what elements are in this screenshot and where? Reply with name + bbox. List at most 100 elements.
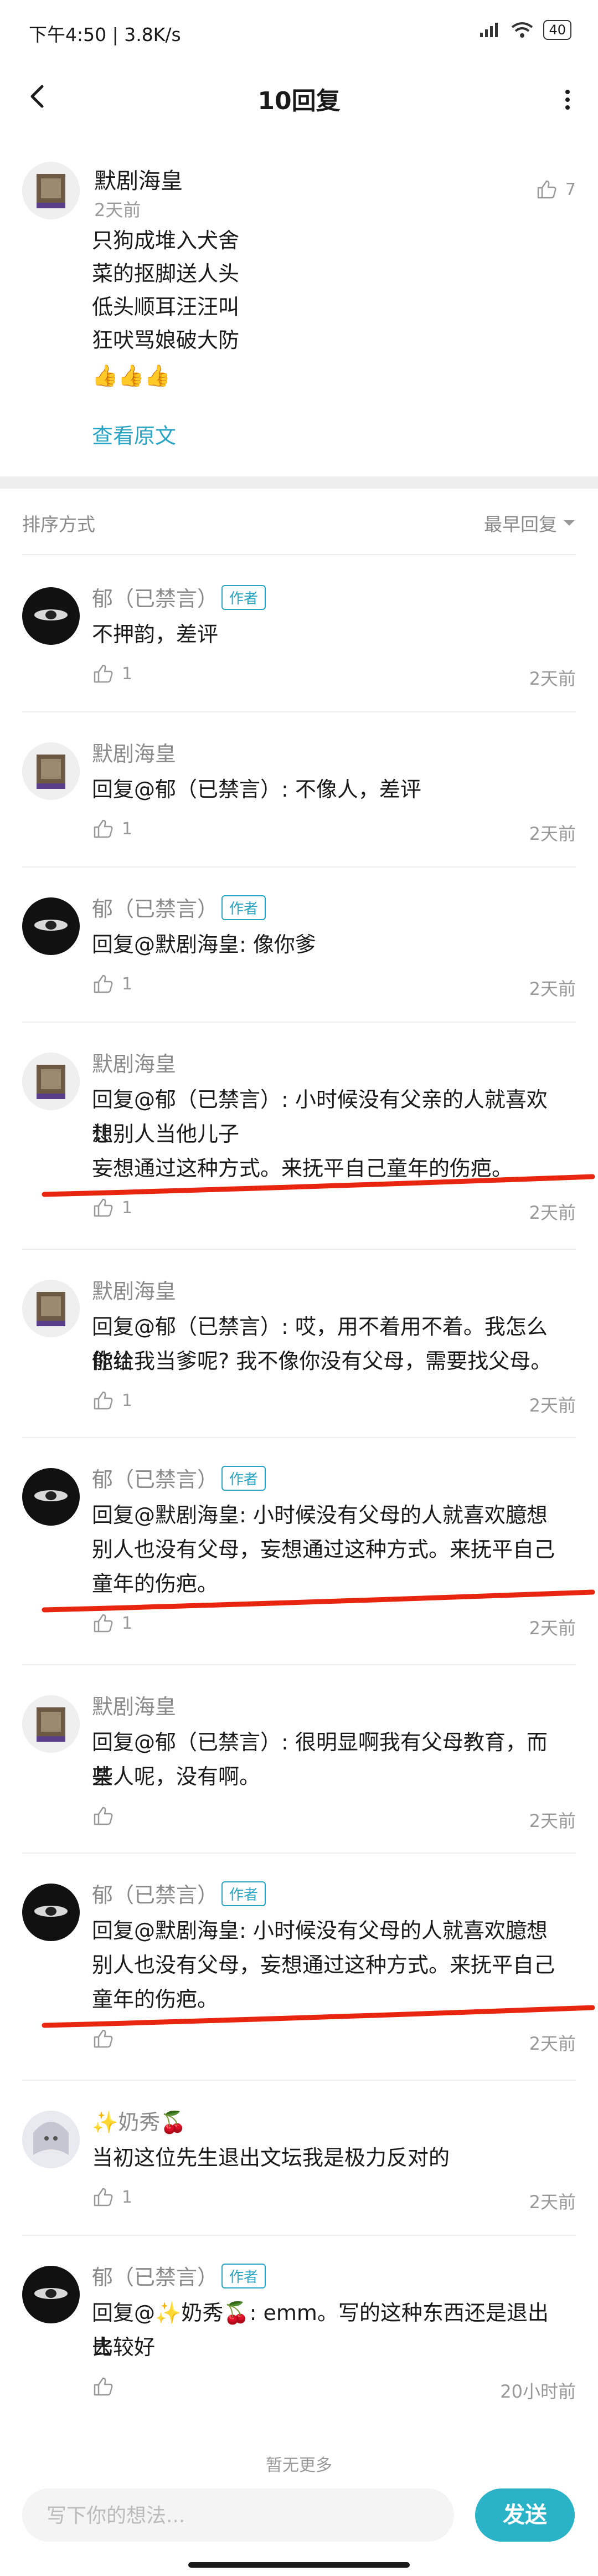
thumbs-up-icon <box>537 180 556 199</box>
thumbs-up-icon <box>94 664 113 683</box>
avatar-image <box>22 1884 80 1941</box>
avatar[interactable] <box>22 897 80 955</box>
more-options-icon[interactable] <box>559 83 576 116</box>
comment-like-count: 1 <box>122 974 133 994</box>
post-line-4: 狂吠骂娘破大防 <box>92 328 240 352</box>
comment-author-name[interactable]: 郁（已禁言） <box>92 892 218 922</box>
post-author-name[interactable]: 默剧海皇 <box>94 163 183 195</box>
avatar[interactable] <box>22 587 80 645</box>
signal-icon <box>480 23 498 37</box>
divider <box>22 1022 576 1023</box>
home-indicator <box>188 2562 410 2568</box>
author-badge: 作者 <box>221 2264 266 2288</box>
comment-like-button[interactable]: 1 <box>92 973 132 995</box>
comment-author-name[interactable]: 郁（已禁言） <box>92 1463 218 1493</box>
divider <box>22 1664 576 1665</box>
comment-author-name[interactable]: 郁（已禁言） <box>92 2260 218 2291</box>
comment-author-name[interactable]: ✨奶秀🍒 <box>92 2105 187 2136</box>
post-line-2: 菜的抠脚送人头 <box>92 261 240 286</box>
comment-like-count: 1 <box>122 664 133 684</box>
post-like-button[interactable]: 7 <box>535 178 576 201</box>
avatar[interactable] <box>22 1884 80 1941</box>
comment-text-line: 回复@默剧海皇: 小时候没有父母的人就喜欢臆想 <box>92 1918 548 1943</box>
avatar-image <box>22 1280 80 1337</box>
comment-like-count: 1 <box>122 819 133 839</box>
red-underline-annotation <box>42 1174 595 1197</box>
author-badge: 作者 <box>221 585 266 610</box>
divider <box>22 2235 576 2236</box>
avatar-image <box>22 162 80 219</box>
comment-time: 2天前 <box>529 978 576 999</box>
comment-like-button[interactable] <box>92 1805 122 1827</box>
red-underline-annotation <box>42 1589 595 1613</box>
comment-text-line: 回复@默剧海皇: 小时候没有父母的人就喜欢臆想 <box>92 1503 548 1527</box>
comment-time: 2天前 <box>529 1395 576 1416</box>
thumbs-up-icon <box>94 1807 113 1825</box>
sort-dropdown[interactable]: 最早回复 <box>484 510 576 536</box>
avatar[interactable] <box>22 1468 80 1526</box>
avatar-image <box>22 2266 80 2323</box>
avatar-image <box>22 897 80 955</box>
avatar[interactable] <box>22 1053 80 1110</box>
divider <box>22 711 576 712</box>
avatar-image <box>22 1468 80 1526</box>
comment-text-line: 比较好 <box>92 2335 156 2359</box>
comment-author-name[interactable]: 默剧海皇 <box>92 1690 176 1720</box>
nav-bar: 10回复 <box>0 66 598 127</box>
post-line-1: 只狗成堆入犬舍 <box>92 228 240 253</box>
avatar[interactable] <box>22 1695 80 1753</box>
send-button[interactable]: 发送 <box>475 2488 575 2542</box>
wifi-icon <box>512 22 533 38</box>
comment-author-name[interactable]: 郁（已禁言） <box>92 582 218 612</box>
avatar[interactable] <box>22 2266 80 2323</box>
avatar[interactable] <box>22 1280 80 1337</box>
view-original-link[interactable]: 查看原文 <box>92 419 176 449</box>
comment-like-button[interactable]: 1 <box>92 2186 132 2208</box>
avatar-image <box>22 2111 80 2168</box>
comment-input[interactable] <box>45 2488 435 2543</box>
avatar-image <box>22 587 80 645</box>
comment-time: 2天前 <box>529 823 576 844</box>
comment-text-line: 别人也没有父母，妄想通过这种方式。来抚平自己 <box>92 1537 555 1562</box>
thumbs-up-icon <box>94 1391 113 1410</box>
status-bar: 下午4:50 | 3.8K/s 40 <box>0 0 598 66</box>
comment-like-button[interactable]: 1 <box>92 818 132 840</box>
thumbs-up-icon <box>94 2377 113 2396</box>
dropdown-triangle-icon <box>564 520 575 526</box>
comment-author-name[interactable]: 默剧海皇 <box>92 1047 176 1077</box>
red-underline-annotation <box>42 2005 595 2028</box>
page-title: 10回复 <box>257 87 341 115</box>
thumbs-up-icon <box>94 819 113 838</box>
comment-like-button[interactable]: 1 <box>92 1389 132 1412</box>
comment-author-name[interactable]: 默剧海皇 <box>92 1274 176 1305</box>
thumbs-up-icon <box>94 2188 113 2206</box>
divider <box>22 1853 576 1854</box>
comment-like-count: 1 <box>122 1390 133 1410</box>
comment-like-button[interactable] <box>92 2375 122 2398</box>
divider <box>22 1437 576 1438</box>
post-time: 2天前 <box>94 199 141 220</box>
comment-input-wrapper <box>22 2488 454 2543</box>
post-emoji: 👍👍👍 <box>92 363 171 388</box>
author-badge: 作者 <box>221 1881 266 1906</box>
comment-text-line: 当初这位先生退出文坛我是极力反对的 <box>92 2146 450 2170</box>
comment-like-button[interactable]: 1 <box>92 663 132 685</box>
comment-author-name[interactable]: 默剧海皇 <box>92 737 176 767</box>
avatar[interactable] <box>22 2111 80 2168</box>
comment-time: 20小时前 <box>500 2381 576 2402</box>
comment-like-count: 1 <box>122 2187 133 2207</box>
post-like-count: 7 <box>565 179 576 199</box>
avatar[interactable] <box>22 742 80 800</box>
status-icons: 40 <box>479 20 571 40</box>
sort-label: 排序方式 <box>22 514 95 535</box>
author-badge: 作者 <box>221 895 266 920</box>
comment-text-line: 回复@郁（已禁言）: 不像人，差评 <box>92 777 421 802</box>
author-badge: 作者 <box>221 1466 266 1491</box>
avatar[interactable] <box>22 162 80 219</box>
comment-time: 2天前 <box>529 1810 576 1831</box>
no-more-text: 暂无更多 <box>266 2456 332 2475</box>
comment-text-line: 些人呢，没有啊。 <box>92 1764 261 1789</box>
comment-author-name[interactable]: 郁（已禁言） <box>92 1878 218 1908</box>
divider <box>22 554 576 555</box>
sort-row: 排序方式 最早回复 <box>0 489 598 555</box>
